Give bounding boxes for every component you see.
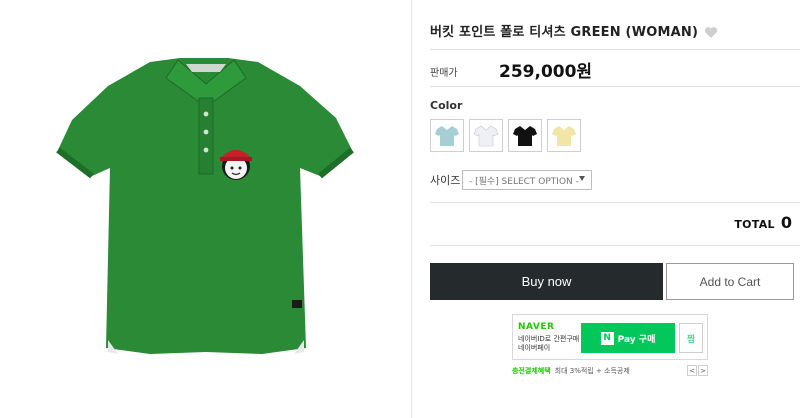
total-value: 0 — [780, 213, 792, 232]
naver-pay-description: 네이버ID로 간편구매 네이버페이 — [518, 335, 580, 352]
size-select-value: - [필수] SELECT OPTION - — [469, 176, 579, 187]
benefit-text: 최대 3%적립 + 소득공제 — [554, 367, 630, 375]
naver-benefit-row: 충전결제혜택 최대 3%적립 + 소득공제 < > — [512, 365, 708, 377]
swatch-yellow[interactable] — [547, 119, 581, 152]
naver-pay-button-label: Pay 구매 — [617, 334, 656, 345]
product-image — [56, 58, 354, 354]
naver-pay-box: NAVER 네이버ID로 간편구매 네이버페이 N Pay 구매 찜 — [512, 314, 708, 360]
swatch-mint[interactable] — [430, 119, 464, 152]
size-select[interactable]: - [필수] SELECT OPTION - — [462, 170, 592, 190]
size-label: 사이즈 — [430, 174, 461, 187]
color-label: Color — [430, 99, 463, 112]
chevron-down-icon — [579, 176, 585, 181]
divider — [430, 202, 800, 203]
divider — [430, 245, 800, 246]
benefit-nav: < > — [687, 365, 708, 376]
color-swatches — [430, 119, 581, 152]
swatch-black[interactable] — [508, 119, 542, 152]
total-label: TOTAL — [734, 218, 775, 231]
next-arrow-icon[interactable]: > — [698, 365, 708, 376]
divider — [430, 86, 800, 87]
product-info-panel: 버킷 포인트 폴로 티셔츠 GREEN (WOMAN) 판매가 259,000원… — [412, 0, 800, 418]
prev-arrow-icon[interactable]: < — [687, 365, 697, 376]
shirt-icon — [435, 125, 459, 146]
price-value: 259,000원 — [499, 62, 593, 82]
add-to-cart-button[interactable]: Add to Cart — [666, 263, 794, 300]
heart-icon[interactable] — [704, 24, 718, 38]
naver-wish-button[interactable]: 찜 — [679, 323, 703, 353]
shirt-icon — [513, 125, 537, 146]
shirt-icon — [473, 125, 499, 146]
naver-pay-button[interactable]: N Pay 구매 — [581, 323, 675, 353]
total-row: TOTAL 0 — [734, 213, 792, 232]
price-label: 판매가 — [430, 68, 458, 79]
buy-now-button[interactable]: Buy now — [430, 263, 663, 300]
shirt-icon — [552, 125, 576, 146]
product-title: 버킷 포인트 폴로 티셔츠 GREEN (WOMAN) — [430, 24, 699, 40]
naver-logo: NAVER — [518, 322, 555, 332]
naver-n-icon: N — [600, 331, 614, 345]
divider — [430, 49, 800, 50]
benefit-title: 충전결제혜택 — [512, 367, 551, 375]
product-image-pane — [0, 0, 412, 418]
swatch-white[interactable] — [469, 119, 503, 152]
title-row: 버킷 포인트 폴로 티셔츠 GREEN (WOMAN) — [430, 18, 800, 42]
